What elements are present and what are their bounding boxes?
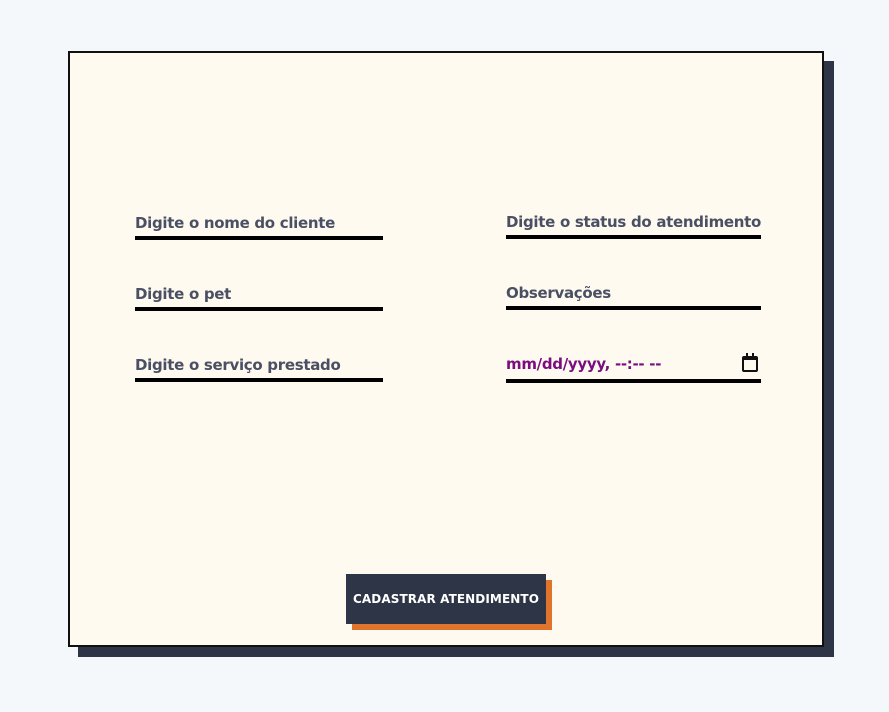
client-name-field [135,210,383,240]
service-field [135,352,383,382]
datetime-input[interactable]: mm/dd/yyyy, --:-- -- [506,355,661,373]
calendar-icon[interactable] [742,353,758,372]
submit-appointment-button[interactable]: CADASTRAR ATENDIMENTO [346,574,546,624]
datetime-field[interactable]: mm/dd/yyyy, --:-- -- [506,353,761,383]
service-input[interactable] [135,356,383,374]
status-input[interactable] [506,213,761,231]
pet-input[interactable] [135,285,383,303]
status-field [506,209,761,239]
notes-input[interactable] [506,284,761,302]
client-name-input[interactable] [135,214,383,232]
pet-field [135,281,383,311]
appointment-form-card [68,51,824,647]
notes-field [506,280,761,310]
